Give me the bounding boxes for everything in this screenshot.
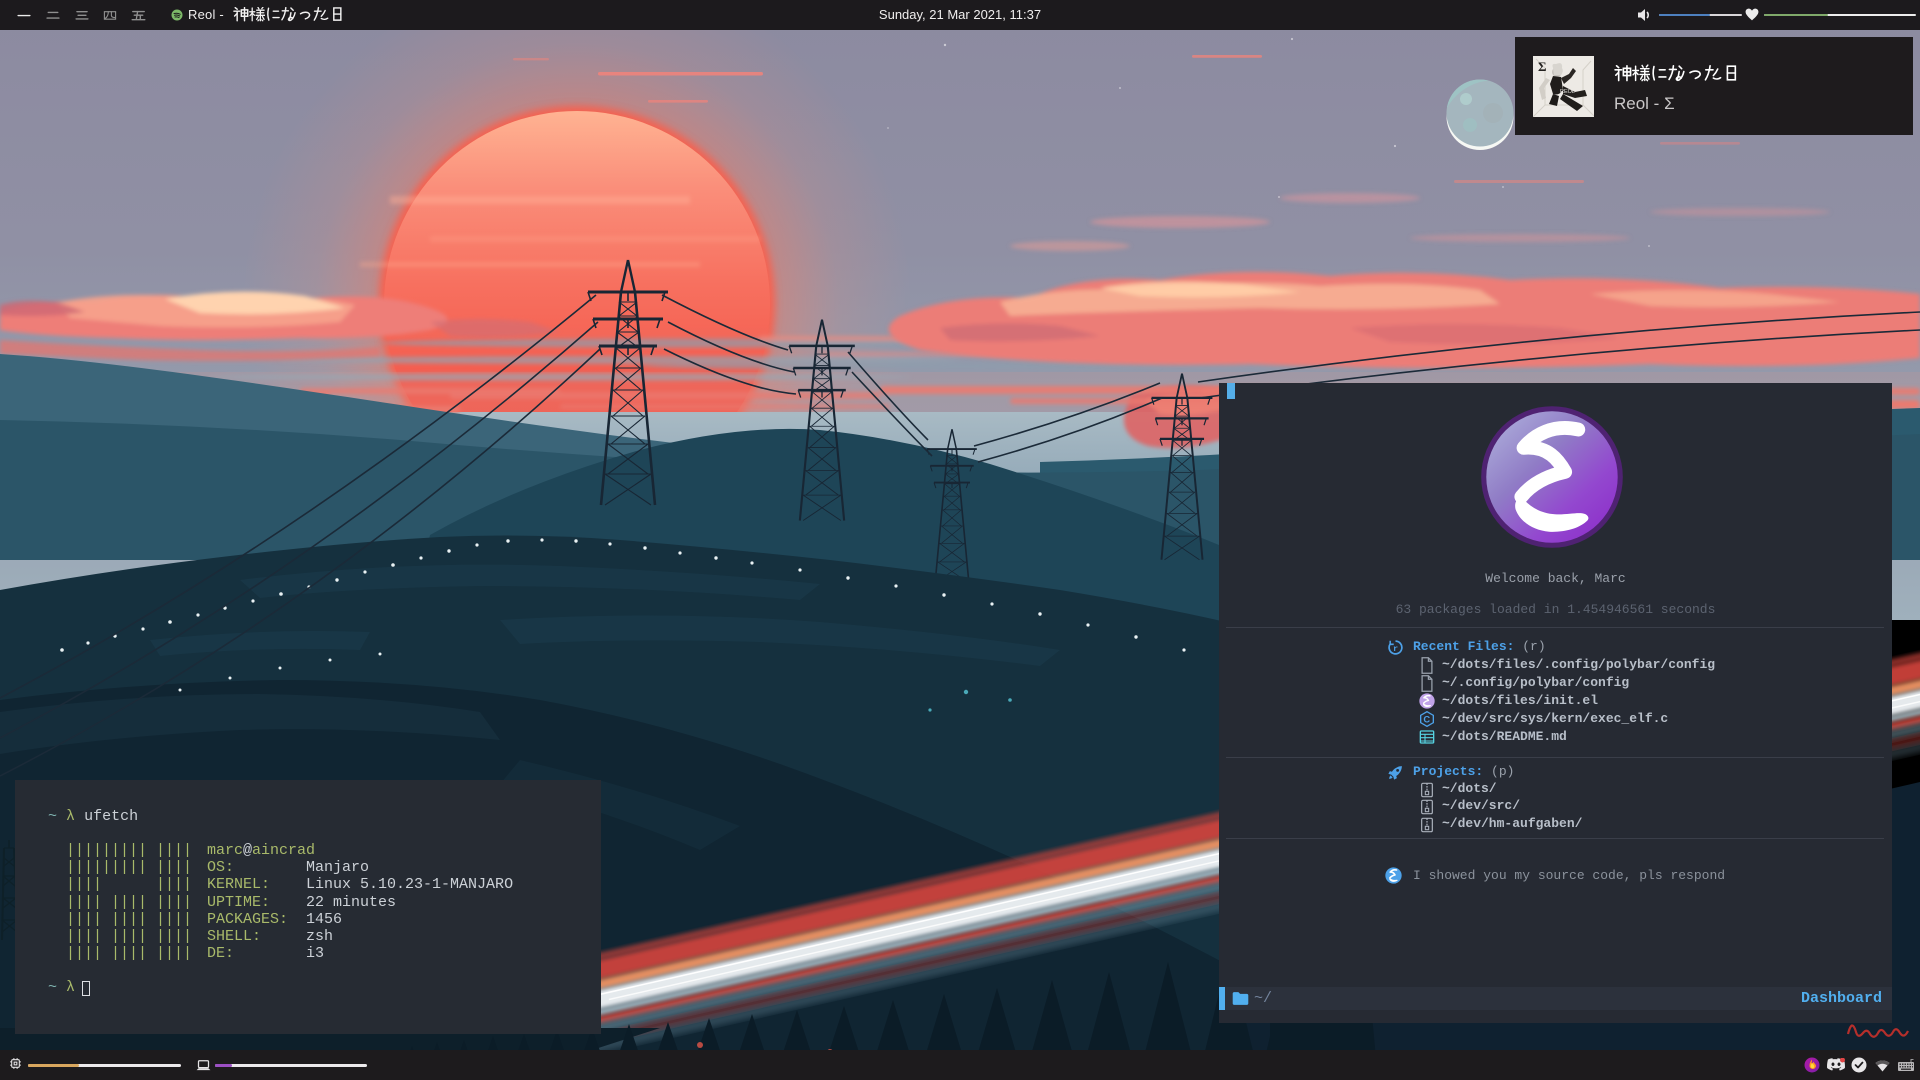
svg-text:C: C (1423, 714, 1430, 724)
svg-text:REOL: REOL (1560, 89, 1575, 95)
svg-text:r: r (1393, 644, 1398, 654)
svg-text:Σ: Σ (1538, 59, 1547, 74)
